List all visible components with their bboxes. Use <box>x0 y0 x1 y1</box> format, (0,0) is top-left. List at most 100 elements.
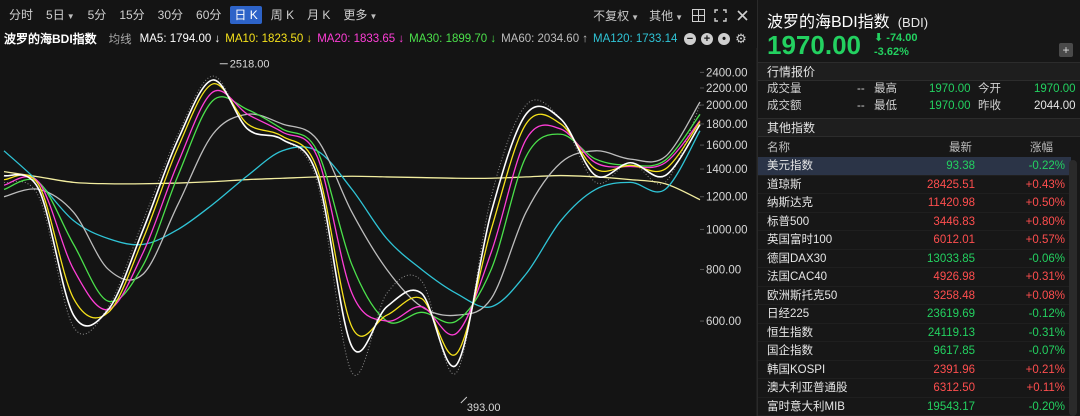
index-row[interactable]: 英国富时100 6012.01 +0.57% <box>758 231 1071 250</box>
index-price: 2391.96 <box>933 363 975 376</box>
ma-legend-item: MA20: 1833.65 ↓ <box>317 32 405 45</box>
market-section-header: 行情报价 <box>758 62 1080 81</box>
quote-code: (BDI) <box>897 15 929 30</box>
index-name: 恒生指数 <box>767 326 813 339</box>
ma-legend-item: MA60: 2034.60 ↑ <box>501 32 589 45</box>
index-row[interactable]: 欧洲斯托克50 3258.48 +0.08% <box>758 287 1071 305</box>
index-change: -0.12% <box>1028 308 1065 320</box>
period-tab-9[interactable]: 更多 ▼ <box>339 6 381 24</box>
index-price: 6312.50 <box>933 382 975 394</box>
ma-type-selector[interactable]: 均线 <box>109 31 132 47</box>
ma-line-ma120 <box>3 130 701 308</box>
index-row[interactable]: 道琼斯 28425.51 +0.43% <box>758 176 1071 194</box>
other-dropdown[interactable]: 其他 ▼ <box>649 7 683 24</box>
stat-row-amount: 成交额 -- 最低 1970.00 昨收 2044.00 <box>767 100 1076 112</box>
y-tick-label: 2400.00 <box>706 67 748 79</box>
period-tab-4[interactable]: 30分 <box>154 6 187 24</box>
ma-line-ma30 <box>3 96 701 324</box>
stat-row-volume: 成交量 -- 最高 1970.00 今开 1970.00 <box>767 83 1076 95</box>
index-price: 13033.85 <box>927 252 975 265</box>
period-tab-7[interactable]: 周 K <box>267 6 298 24</box>
y-tick-label: 1600.00 <box>706 140 748 152</box>
kline-chart[interactable]: 600.00 800.00 1000.00 1200.00 1400.00 1600.00… <box>0 48 757 416</box>
index-row[interactable]: 恒生指数 24119.13 -0.31% <box>758 324 1071 342</box>
minus-circle-icon[interactable]: − <box>684 32 696 45</box>
index-change: -0.07% <box>1028 345 1065 357</box>
index-price: 24119.13 <box>927 326 975 339</box>
index-name: 纳斯达克 <box>767 197 813 209</box>
index-price: 19543.17 <box>927 400 975 413</box>
ma-legend-item: MA120: 1733.14 <box>593 32 678 45</box>
index-change: +0.21% <box>1025 363 1065 376</box>
index-change: +0.31% <box>1025 271 1065 283</box>
index-change: +0.50% <box>1025 197 1065 209</box>
index-name: 欧洲斯托克50 <box>767 289 838 302</box>
quote-change: ⬇ -74.00 -3.62% <box>874 31 917 59</box>
index-change: -0.31% <box>1028 326 1065 339</box>
index-row[interactable]: 国企指数 9617.85 -0.07% <box>758 342 1071 361</box>
index-row[interactable]: 美元指数 93.38 -0.22% <box>758 157 1071 176</box>
period-tab-6[interactable]: 日 K <box>230 6 262 24</box>
index-price: 3446.83 <box>933 215 975 228</box>
index-price: 28425.51 <box>927 178 975 191</box>
index-price: 23619.69 <box>927 308 975 320</box>
index-price: 11420.98 <box>927 197 975 209</box>
plus-circle-icon[interactable]: + <box>701 32 713 45</box>
index-change: +0.08% <box>1025 289 1065 302</box>
indices-scrollbar[interactable] <box>1069 160 1077 416</box>
index-price: 6012.01 <box>933 234 975 246</box>
change-percent: -3.62% <box>874 46 909 58</box>
chart-panel: 分时 5日 ▼ 5分 15分 30分 60分日 K 周 K 月 K 更多 ▼ 不复权 ▼ 其他 ▼ 波罗… <box>0 0 757 416</box>
add-watchlist-button[interactable]: + <box>1059 43 1073 57</box>
expand-icon[interactable] <box>714 8 727 22</box>
index-row[interactable]: 韩国KOSPI 2391.96 +0.21% <box>758 361 1071 379</box>
period-tab-3[interactable]: 15分 <box>115 6 148 24</box>
index-name: 日经225 <box>767 308 810 320</box>
index-name: 美元指数 <box>767 160 813 172</box>
ma-legend-items: MA5: 1794.00 ↓ MA10: 1823.50 ↓ MA20: 1833.… <box>140 33 683 45</box>
index-row[interactable]: 富时意大利MIB 19543.17 -0.20% <box>758 398 1071 416</box>
ma-line-ma5 <box>3 79 701 368</box>
period-tab-5[interactable]: 60分 <box>192 6 225 24</box>
price-candles <box>3 75 701 376</box>
ma-legend-item: MA10: 1823.50 ↓ <box>225 32 313 45</box>
y-tick-label: 800.00 <box>706 264 741 276</box>
index-row[interactable]: 德国DAX30 13033.85 -0.06% <box>758 250 1071 268</box>
index-change: -0.20% <box>1028 400 1065 413</box>
period-tab-8[interactable]: 月 K <box>303 6 334 24</box>
chevron-down-icon: ▼ <box>369 12 378 21</box>
period-tab-1[interactable]: 5日 ▼ <box>42 6 79 24</box>
index-name: 国企指数 <box>767 345 813 357</box>
close-icon[interactable] <box>736 9 749 22</box>
index-name: 富时意大利MIB <box>767 400 845 413</box>
index-row[interactable]: 标普500 3446.83 +0.80% <box>758 213 1071 231</box>
ma-legend: 波罗的海BDI指数 均线 MA5: 1794.00 ↓ MA10: 1823.50… <box>0 30 757 47</box>
period-tab-0[interactable]: 分时 <box>5 6 37 24</box>
index-change: +0.80% <box>1025 215 1065 228</box>
legend-icons: − + • ⚙ <box>679 30 747 47</box>
adjust-dropdown[interactable]: 不复权 ▼ <box>593 7 639 24</box>
index-change: -0.22% <box>1028 160 1065 172</box>
index-name: 韩国KOSPI <box>767 363 826 376</box>
index-change: -0.06% <box>1028 252 1065 265</box>
indices-list: 美元指数 93.38 -0.22% 道琼斯 28425.51 +0.43% 纳斯达克 1142… <box>758 157 1071 416</box>
y-tick-label: 2200.00 <box>706 83 748 95</box>
index-row[interactable]: 日经225 23619.69 -0.12% <box>758 305 1071 324</box>
index-row[interactable]: 法国CAC40 4926.98 +0.31% <box>758 268 1071 287</box>
index-row[interactable]: 澳大利亚普通股 6312.50 +0.11% <box>758 379 1071 398</box>
low-annotation: 393.00 <box>467 402 501 414</box>
index-row[interactable]: 纳斯达克 11420.98 +0.50% <box>758 194 1071 213</box>
y-tick-label: 1000.00 <box>706 224 748 236</box>
change-value: ⬇ -74.00 <box>874 32 918 44</box>
period-tab-2[interactable]: 5分 <box>84 6 111 24</box>
settings-circle-icon[interactable]: • <box>718 32 730 45</box>
ma-line-ma60 <box>3 101 701 317</box>
chart-index-name: 波罗的海BDI指数 <box>4 32 97 46</box>
gear-icon[interactable]: ⚙ <box>735 32 747 45</box>
y-tick-label: 1400.00 <box>706 164 748 176</box>
y-tick-label: 2000.00 <box>706 100 748 112</box>
indices-table-header: 名称 最新 涨幅 <box>767 142 1053 154</box>
grid-layout-icon[interactable] <box>692 8 705 22</box>
index-change: +0.11% <box>1026 382 1065 394</box>
other-indices-header: 其他指数 <box>758 118 1080 137</box>
